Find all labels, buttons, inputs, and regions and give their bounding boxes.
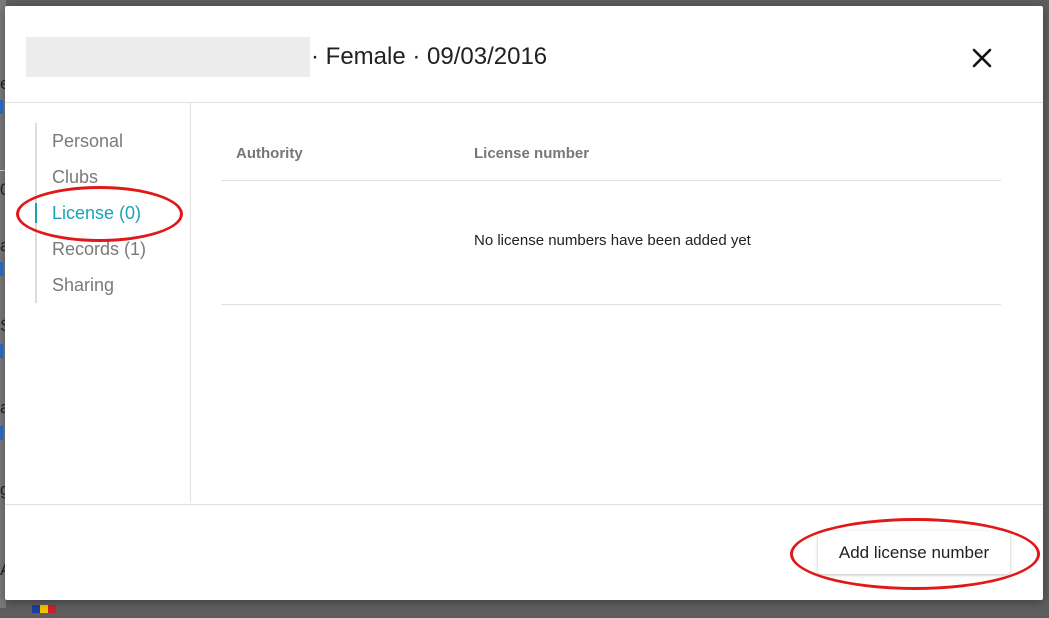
dialog-header: · Female · 09/03/2016: [5, 6, 1043, 103]
sidebar-item-personal[interactable]: Personal: [37, 123, 146, 159]
background-link-fragment: [0, 344, 3, 358]
dialog-title: · Female · 09/03/2016: [311, 43, 548, 70]
sidebar-nav: Personal Clubs License (0) Records (1) S…: [34, 123, 146, 303]
athlete-dialog: · Female · 09/03/2016 Personal Clubs Lic…: [5, 6, 1043, 600]
dialog-sidebar: Personal Clubs License (0) Records (1) S…: [5, 103, 191, 503]
athlete-name-redacted: [26, 37, 310, 77]
empty-state-message: No license numbers have been added yet: [474, 232, 751, 249]
license-table-empty-row: No license numbers have been added yet: [221, 181, 1001, 305]
dialog-footer: Add license number: [5, 504, 1043, 601]
sidebar-item-clubs[interactable]: Clubs: [37, 159, 146, 195]
background-link-fragment: [0, 426, 3, 440]
close-button[interactable]: [965, 42, 999, 76]
sidebar-item-license[interactable]: License (0): [34, 195, 146, 231]
license-table-header: Authority License number: [221, 138, 1001, 181]
sidebar-item-sharing[interactable]: Sharing: [37, 267, 146, 303]
background-link-fragment: [0, 262, 3, 276]
column-header-license-number: License number: [474, 145, 590, 162]
background-link-fragment: [0, 100, 3, 114]
sidebar-item-records[interactable]: Records (1): [37, 231, 146, 267]
add-license-number-button[interactable]: Add license number: [818, 531, 1010, 574]
background-flag-icon: [32, 600, 58, 613]
column-header-authority: Authority: [236, 145, 303, 162]
close-icon: [972, 48, 992, 68]
license-panel: Authority License number No license numb…: [191, 103, 1043, 503]
